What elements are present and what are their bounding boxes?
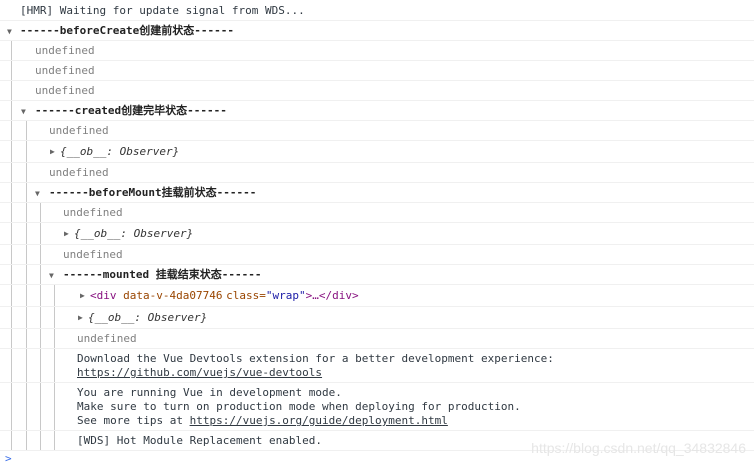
expand-triangle-icon[interactable]: ▶ — [50, 147, 55, 157]
value-text: undefined — [63, 206, 123, 219]
console-log-undefined: undefined — [0, 81, 754, 101]
console-log-undefined: undefined — [0, 41, 754, 61]
element-open-tag: <div — [90, 289, 117, 302]
console-log-object[interactable]: ▶ {__ob__: Observer} — [0, 307, 754, 329]
expand-triangle-icon[interactable]: ▶ — [78, 313, 83, 323]
console-log-undefined: undefined — [0, 329, 754, 349]
devtools-console: [HMR] Waiting for update signal from WDS… — [0, 0, 754, 467]
message-text: [HMR] Waiting for update signal from WDS… — [20, 4, 305, 17]
console-log-object[interactable]: ▶ {__ob__: Observer} — [0, 141, 754, 163]
element-close-tag: >…</div> — [305, 289, 359, 302]
object-preview[interactable]: {__ob__: Observer} — [74, 227, 193, 241]
console-message-devtools: Download the Vue Devtools extension for … — [0, 349, 754, 383]
console-message-dev-mode: You are running Vue in development mode.… — [0, 383, 754, 431]
value-text: undefined — [49, 124, 109, 137]
expand-triangle-icon[interactable]: ▼ — [21, 107, 26, 117]
message-text: You are running Vue in development mode. — [77, 386, 342, 399]
message-prefix: See more tips at — [77, 414, 190, 427]
object-preview[interactable]: {__ob__: Observer} — [60, 145, 179, 159]
expand-triangle-icon[interactable]: ▼ — [49, 271, 54, 281]
value-text: undefined — [35, 44, 95, 57]
value-text: undefined — [35, 84, 95, 97]
group-label: ------mounted 挂载结束状态------ — [63, 268, 262, 281]
message-text: Download the Vue Devtools extension for … — [77, 352, 554, 365]
deployment-link[interactable]: https://vuejs.org/guide/deployment.html — [190, 414, 448, 427]
value-text: undefined — [63, 248, 123, 261]
console-log-undefined: undefined — [0, 61, 754, 81]
expand-triangle-icon[interactable]: ▶ — [80, 291, 85, 301]
console-prompt-icon[interactable]: > — [5, 453, 12, 465]
devtools-link[interactable]: https://github.com/vuejs/vue-devtools — [77, 366, 322, 380]
object-preview[interactable]: {__ob__: Observer} — [88, 311, 207, 325]
expand-triangle-icon[interactable]: ▶ — [64, 229, 69, 239]
console-log-undefined: undefined — [0, 245, 754, 265]
element-class-value: "wrap" — [265, 289, 306, 302]
value-text: undefined — [49, 166, 109, 179]
console-message-hmr: [HMR] Waiting for update signal from WDS… — [0, 0, 754, 21]
value-text: undefined — [77, 332, 137, 345]
expand-triangle-icon[interactable]: ▼ — [7, 27, 12, 37]
group-label: ------beforeCreate创建前状态------ — [20, 24, 234, 37]
element-class-attr: class= — [226, 289, 266, 302]
console-group-before-mount[interactable]: ▼ ------beforeMount挂载前状态------ — [0, 183, 754, 203]
console-log-undefined: undefined — [0, 203, 754, 223]
element-attr-name: data-v-4da07746 — [123, 289, 223, 302]
console-group-mounted[interactable]: ▼ ------mounted 挂载结束状态------ — [0, 265, 754, 285]
group-label: ------beforeMount挂载前状态------ — [49, 186, 257, 199]
console-log-undefined: undefined — [0, 121, 754, 141]
message-text: Make sure to turn on production mode whe… — [77, 400, 521, 413]
message-text: [WDS] Hot Module Replacement enabled. — [77, 434, 323, 447]
watermark-text: https://blog.csdn.net/qq_34832846 — [531, 440, 746, 456]
message-text: See more tips at https://vuejs.org/guide… — [77, 414, 448, 428]
group-label: ------created创建完毕状态------ — [35, 104, 227, 117]
console-log-object[interactable]: ▶ {__ob__: Observer} — [0, 223, 754, 245]
element-preview[interactable]: <div data-v-4da07746 class="wrap">…</div… — [90, 289, 359, 303]
expand-triangle-icon[interactable]: ▼ — [35, 189, 40, 199]
console-group-created[interactable]: ▼ ------created创建完毕状态------ — [0, 101, 754, 121]
value-text: undefined — [35, 64, 95, 77]
console-log-undefined: undefined — [0, 163, 754, 183]
console-group-before-create[interactable]: ▼ ------beforeCreate创建前状态------ — [0, 21, 754, 41]
console-log-element[interactable]: ▶ <div data-v-4da07746 class="wrap">…</d… — [0, 285, 754, 307]
